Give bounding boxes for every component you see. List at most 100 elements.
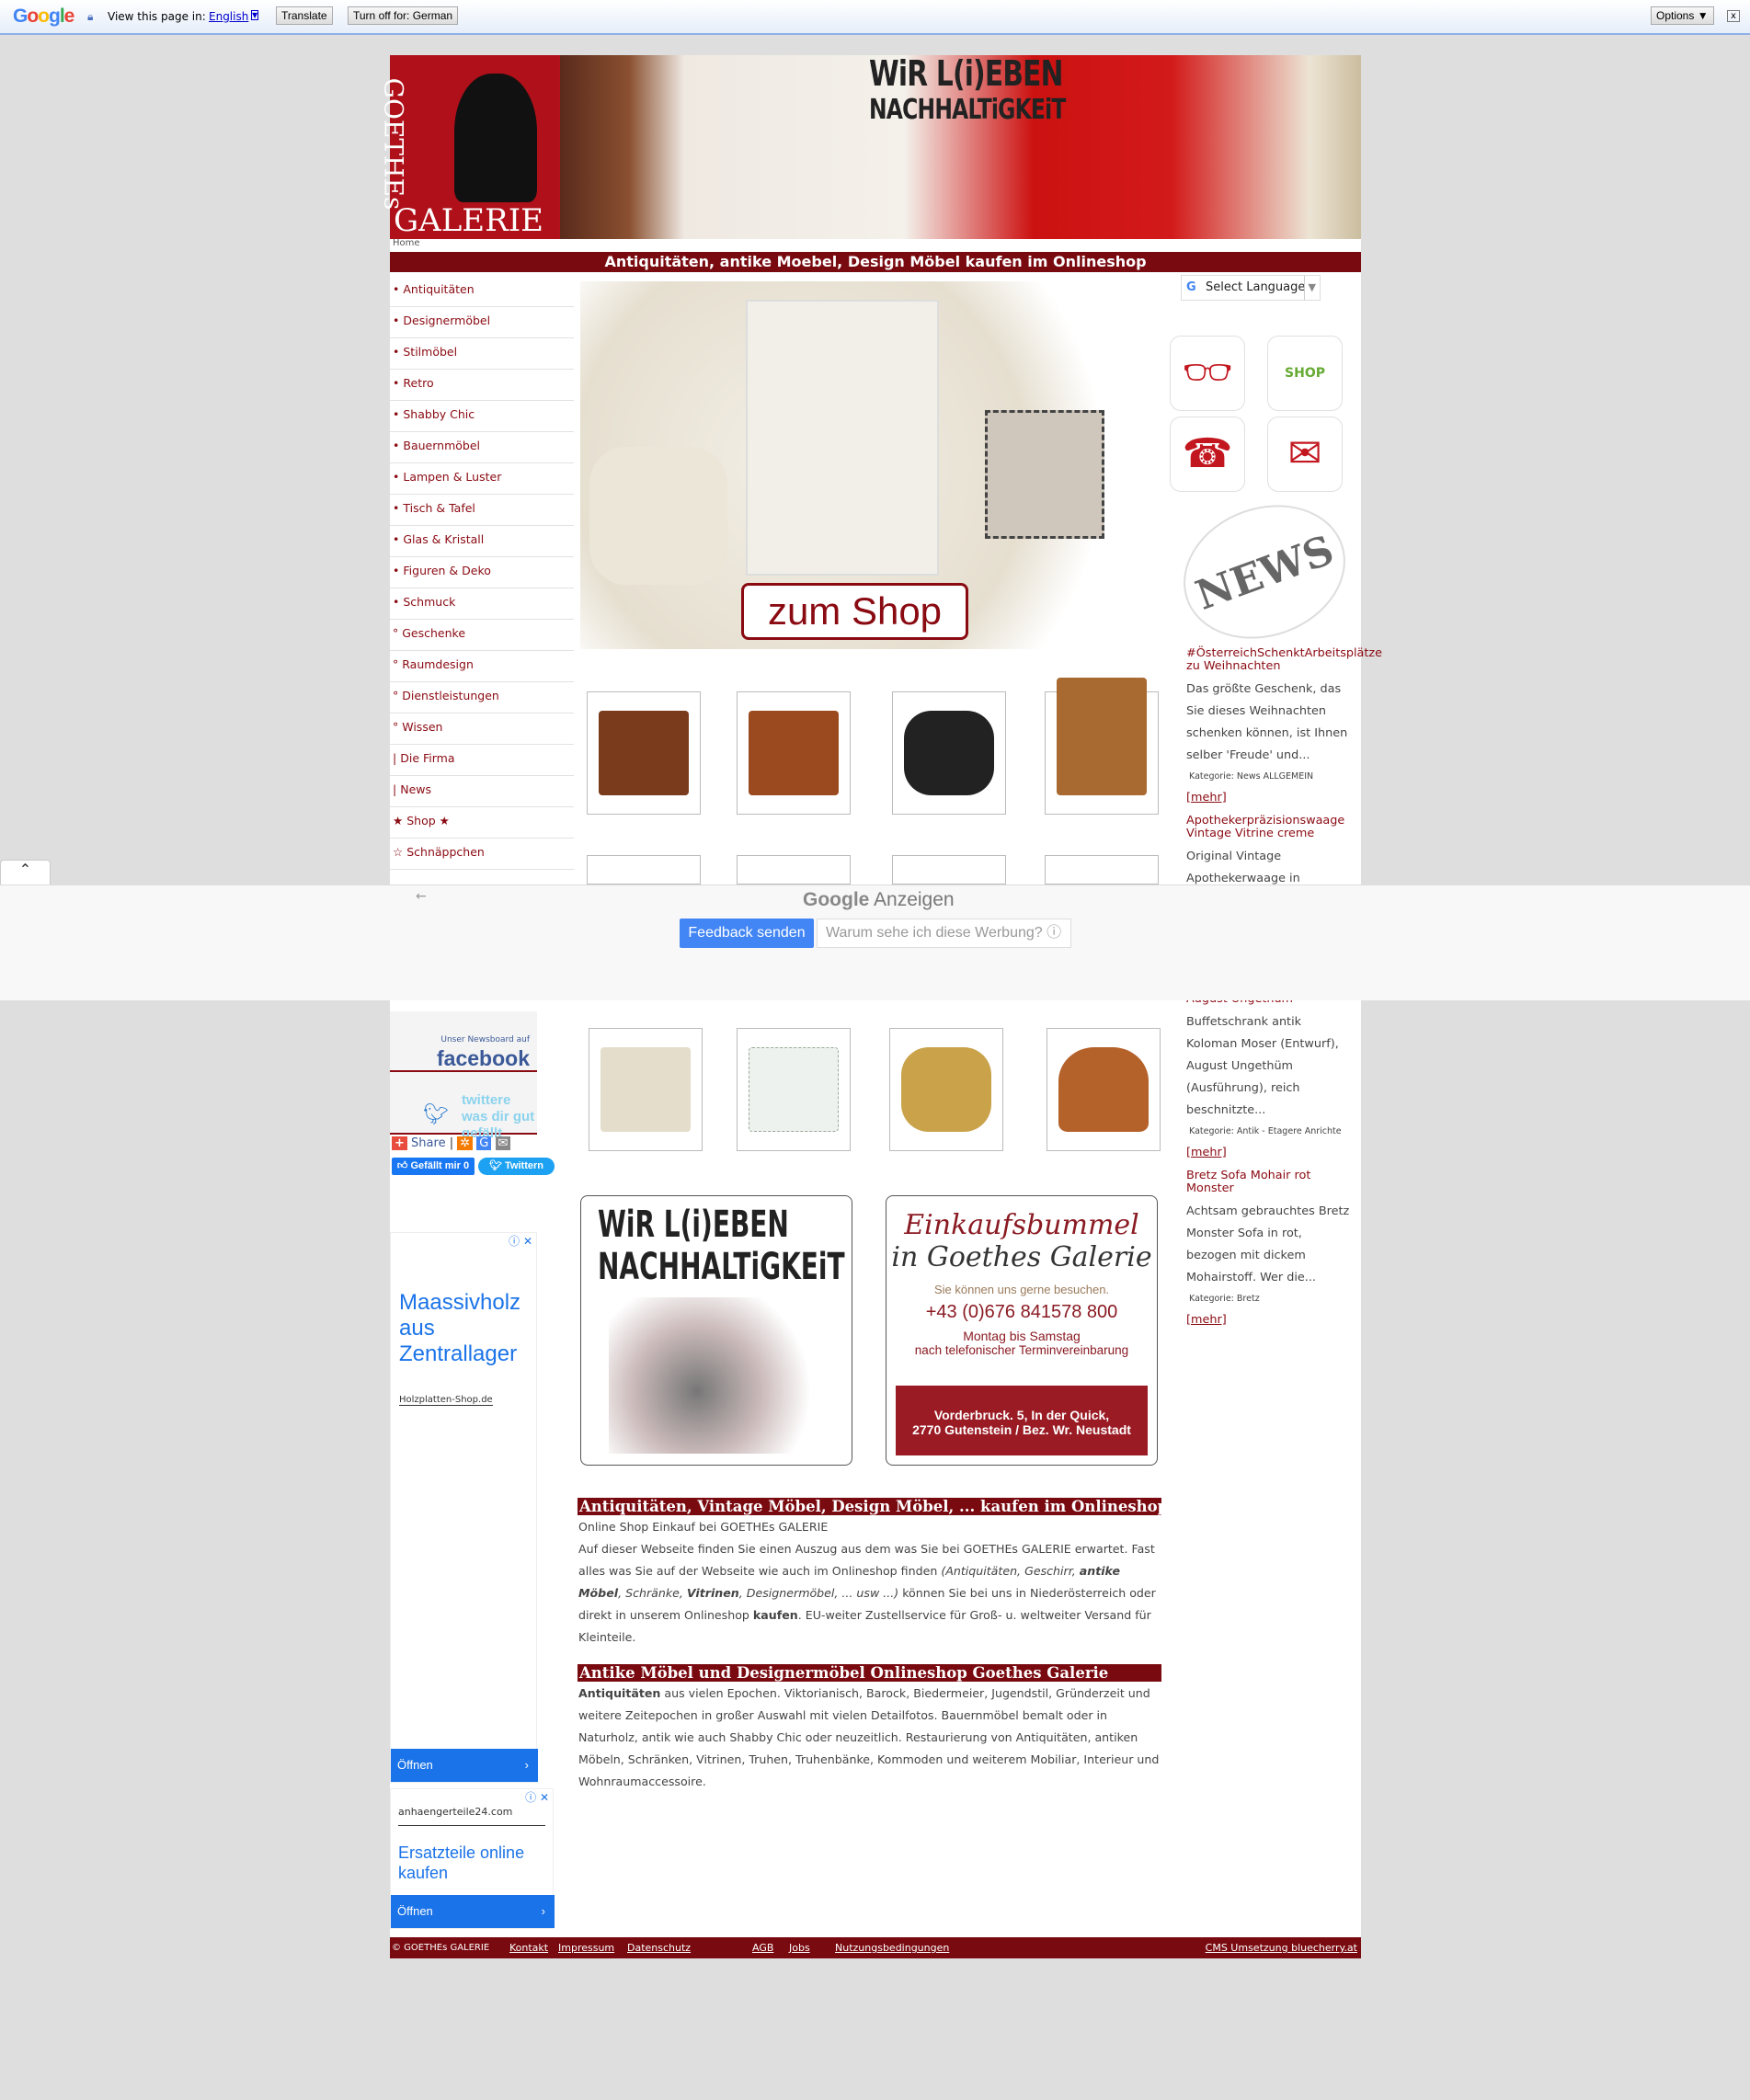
news-title[interactable]: #ÖsterreichSchenktArbeitsplätze zu Weihn… — [1186, 647, 1382, 673]
footer-link-kontakt[interactable]: Kontakt — [509, 1937, 548, 1958]
sidebar-item-glas-kristall[interactable]: • Glas & Kristall — [390, 526, 574, 557]
footer-link-nutzungsbedingungen[interactable]: Nutzungsbedingungen — [835, 1937, 949, 1958]
share-link[interactable]: Share — [411, 1136, 446, 1150]
footer-link-agb[interactable]: AGB — [752, 1937, 773, 1958]
sustainability-promo[interactable]: WiR L(i)EBEN NACHHALTiGKEiT — [580, 1195, 852, 1466]
product-thumb[interactable] — [1047, 1028, 1161, 1151]
news-title[interactable]: Apothekerpräzisionswaage Vintage Vitrine… — [1186, 815, 1352, 840]
product-thumb[interactable] — [737, 1028, 851, 1151]
ad-choices-icon[interactable]: ⓘ ✕ — [509, 1233, 532, 1249]
product-thumb[interactable] — [892, 691, 1006, 815]
close-icon[interactable]: x — [1727, 10, 1740, 22]
phone-icon[interactable]: ☎︎ — [1170, 417, 1245, 492]
sidebar-item-die-firma[interactable]: | Die Firma — [390, 745, 574, 776]
bullet-icon: ° — [393, 689, 399, 702]
news-title[interactable]: Bretz Sofa Mohair rot Monster — [1186, 1170, 1352, 1195]
sidebar-item-designermöbel[interactable]: • Designermöbel — [390, 307, 574, 338]
sidebar-item-tisch-tafel[interactable]: • Tisch & Tafel — [390, 495, 574, 526]
sidebar-item-label: Shop ★ — [406, 814, 450, 827]
zum-shop-button[interactable]: zum Shop — [741, 583, 968, 640]
sidebar-item-label: Wissen — [402, 720, 443, 734]
translate-prompt: View this page in: — [108, 10, 206, 23]
dropdown-icon[interactable]: ▼ — [251, 10, 259, 20]
news-category: Kategorie: News ALLGEMEIN — [1189, 771, 1314, 782]
facebook-banner[interactable]: Unser Newsboard auf facebook — [390, 1011, 537, 1072]
footer-link-datenschutz[interactable]: Datenschutz — [627, 1937, 691, 1958]
news-more-link[interactable]: [mehr] — [1186, 787, 1352, 809]
product-thumb[interactable] — [587, 855, 701, 885]
footer-link-jobs[interactable]: Jobs — [789, 1937, 810, 1958]
footer-link-impressum[interactable]: Impressum — [558, 1937, 614, 1958]
twitter-banner[interactable]: twittere was dir gut gefällt 🐦︎ — [390, 1072, 537, 1141]
sidebar-item-shop[interactable]: ★ Shop ★ — [390, 807, 574, 839]
like-button[interactable]: 👍︎ Gefällt mir 0 — [392, 1158, 475, 1175]
options-button[interactable]: Options ▼ — [1651, 6, 1714, 25]
product-thumb[interactable] — [587, 691, 701, 815]
bullet-icon: • — [393, 532, 400, 546]
product-thumb[interactable] — [1045, 678, 1159, 815]
product-thumb[interactable] — [737, 855, 851, 885]
site-logo[interactable]: GOETHEs GALERIE — [378, 55, 559, 239]
ad-headline[interactable]: Maassivholz aus Zentrallager — [399, 1290, 537, 1367]
sidebar-item-schmuck[interactable]: • Schmuck — [390, 588, 574, 620]
news-text: Achtsam gebrauchtes Bretz Monster Sofa i… — [1186, 1204, 1350, 1284]
sidebar-item-dienstleistungen[interactable]: ° Dienstleistungen — [390, 682, 574, 713]
back-arrow-icon[interactable]: ← — [416, 889, 427, 904]
ad-open-button[interactable]: Öffnen › — [391, 1749, 538, 1782]
feedback-button[interactable]: Feedback senden — [680, 919, 814, 948]
product-thumb[interactable] — [889, 1028, 1003, 1151]
language-select[interactable]: G Select Language ▼ — [1181, 275, 1321, 301]
product-thumb[interactable] — [589, 1028, 703, 1151]
sidebar-item-label: Schnäppchen — [406, 845, 485, 859]
sidebar-item-news[interactable]: | News — [390, 776, 574, 807]
sidebar-item-geschenke[interactable]: ° Geschenke — [390, 620, 574, 651]
news-more-link[interactable]: [mehr] — [1186, 1309, 1352, 1331]
ad-label: Google Anzeigen — [803, 889, 955, 910]
product-thumb[interactable] — [737, 691, 851, 815]
email-share-icon[interactable]: ✉ — [495, 1136, 511, 1150]
glasses-icon[interactable]: 👓︎ — [1170, 336, 1245, 411]
mail-icon[interactable]: ✉︎ — [1267, 417, 1343, 492]
section-text: Antiquitäten aus vielen Epochen. Viktori… — [578, 1686, 1160, 1788]
collapse-ad-button[interactable]: ⌃ — [0, 860, 51, 885]
language-link[interactable]: English — [209, 10, 248, 23]
sidebar-item-figuren-deko[interactable]: • Figuren & Deko — [390, 557, 574, 588]
ad-headline[interactable]: Ersatzteile online kaufen — [398, 1843, 553, 1883]
sidebar-item-antiquitäten[interactable]: • Antiquitäten — [390, 276, 574, 307]
sidebar-item-raumdesign[interactable]: ° Raumdesign — [390, 651, 574, 682]
shop-bag-icon[interactable]: SHOP — [1267, 336, 1343, 411]
google-share-icon[interactable]: G — [476, 1136, 492, 1150]
why-this-ad-button[interactable]: Warum sehe ich diese Werbung? ⓘ — [817, 919, 1071, 948]
news-more-link[interactable]: [mehr] — [1186, 1142, 1352, 1164]
section-heading: Antiquitäten, Vintage Möbel, Design Möbe… — [578, 1498, 1169, 1515]
page-title: Antiquitäten, antike Moebel, Design Möbe… — [390, 252, 1361, 272]
bullet-icon: • — [393, 564, 400, 577]
ad-open-button[interactable]: Öffnen › — [391, 1895, 555, 1928]
sidebar-item-bauernmöbel[interactable]: • Bauernmöbel — [390, 432, 574, 463]
news-item: #ÖsterreichSchenktArbeitsplätze zu Weihn… — [1186, 647, 1382, 912]
sidebar-item-stilmöbel[interactable]: • Stilmöbel — [390, 338, 574, 370]
turn-off-button[interactable]: Turn off for: German — [348, 6, 459, 25]
bullet-icon: | — [393, 751, 397, 765]
lock-icon: 🔒︎ — [87, 10, 94, 23]
sidebar-item-wissen[interactable]: ° Wissen — [390, 713, 574, 745]
ad-source[interactable]: Holzplatten-Shop.de — [399, 1395, 493, 1406]
footer-link-cms[interactable]: CMS Umsetzung bluecherry.at — [1206, 1937, 1357, 1958]
tweet-button[interactable]: 🐦︎ Twittern — [478, 1158, 555, 1175]
translate-button[interactable]: Translate — [276, 6, 333, 25]
ad-box[interactable]: ⓘ ✕ anhaengerteile24.com Ersatzteile onl… — [390, 1788, 555, 1929]
ad-choices-icon[interactable]: ⓘ ✕ — [525, 1789, 549, 1805]
product-thumb[interactable] — [892, 855, 1006, 885]
visit-promo[interactable]: Einkaufsbummel in Goethes Galerie Sie kö… — [886, 1195, 1158, 1466]
ad-source[interactable]: anhaengerteile24.com — [398, 1806, 545, 1826]
sidebar-item-retro[interactable]: • Retro — [390, 370, 574, 401]
rss-icon[interactable]: ✲ — [457, 1136, 474, 1150]
ad-skyscraper[interactable]: ⓘ ✕ Maassivholz aus Zentrallager Holzpla… — [390, 1232, 538, 1783]
sidebar-item-schnäppchen[interactable]: ☆ Schnäppchen — [390, 839, 574, 870]
sidebar-item-shabby-chic[interactable]: • Shabby Chic — [390, 401, 574, 432]
plus-icon[interactable]: + — [392, 1136, 407, 1150]
sidebar-item-lampen-luster[interactable]: • Lampen & Luster — [390, 463, 574, 495]
product-thumb[interactable] — [1045, 855, 1159, 885]
breadcrumb-home[interactable]: Home — [393, 238, 420, 248]
bullet-icon: ° — [393, 720, 399, 734]
